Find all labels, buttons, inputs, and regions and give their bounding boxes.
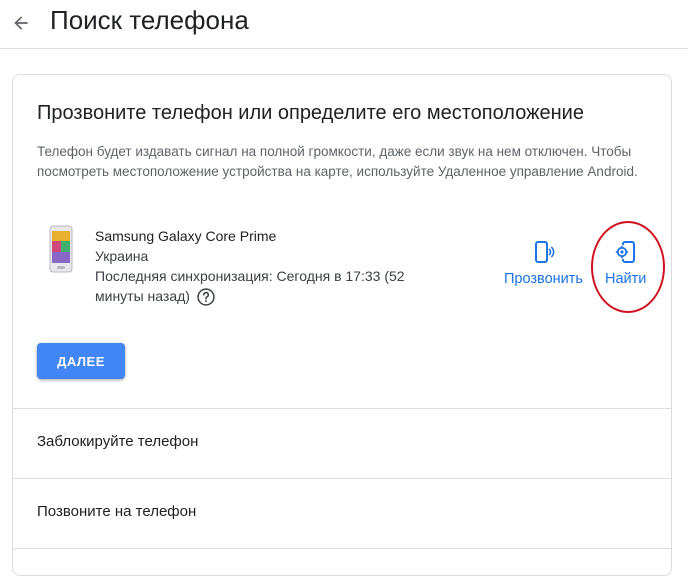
- device-country: Украина: [95, 248, 149, 264]
- phone-thumbnail-icon: [49, 225, 73, 273]
- next-button[interactable]: ДАЛЕЕ: [37, 343, 125, 379]
- list-item-label: Позвоните на телефон: [37, 503, 197, 520]
- page-title: Поиск телефона: [50, 5, 249, 35]
- card-heading: Прозвоните телефон или определите его ме…: [37, 102, 584, 124]
- back-button[interactable]: [6, 8, 36, 38]
- list-item-label: Заблокируйте телефон: [37, 433, 199, 450]
- device-info: Samsung Galaxy Core Prime Украина Послед…: [95, 226, 425, 307]
- find-phone-card: Прозвоните телефон или определите его ме…: [12, 74, 672, 576]
- device-sync-status: Последняя синхронизация: Сегодня в 17:33…: [95, 266, 425, 307]
- top-bar: Поиск телефона: [0, 0, 688, 49]
- arrow-back-icon: [14, 16, 28, 30]
- list-item-lock-phone[interactable]: Заблокируйте телефон: [13, 409, 671, 477]
- help-circle-icon[interactable]: [196, 287, 216, 307]
- ring-phone-button[interactable]: Прозвонить: [504, 240, 583, 287]
- last-sync-text: Последняя синхронизация: Сегодня в 17:33…: [95, 268, 405, 304]
- divider: [13, 548, 671, 549]
- phone-ring-icon: [535, 241, 555, 263]
- highlight-circle: [591, 221, 665, 313]
- list-item-call-phone[interactable]: Позвоните на телефон: [13, 479, 671, 547]
- ring-phone-label: Прозвонить: [504, 271, 583, 287]
- card-description: Телефон будет издавать сигнал на полной …: [37, 144, 638, 179]
- device-name: Samsung Galaxy Core Prime: [95, 228, 277, 244]
